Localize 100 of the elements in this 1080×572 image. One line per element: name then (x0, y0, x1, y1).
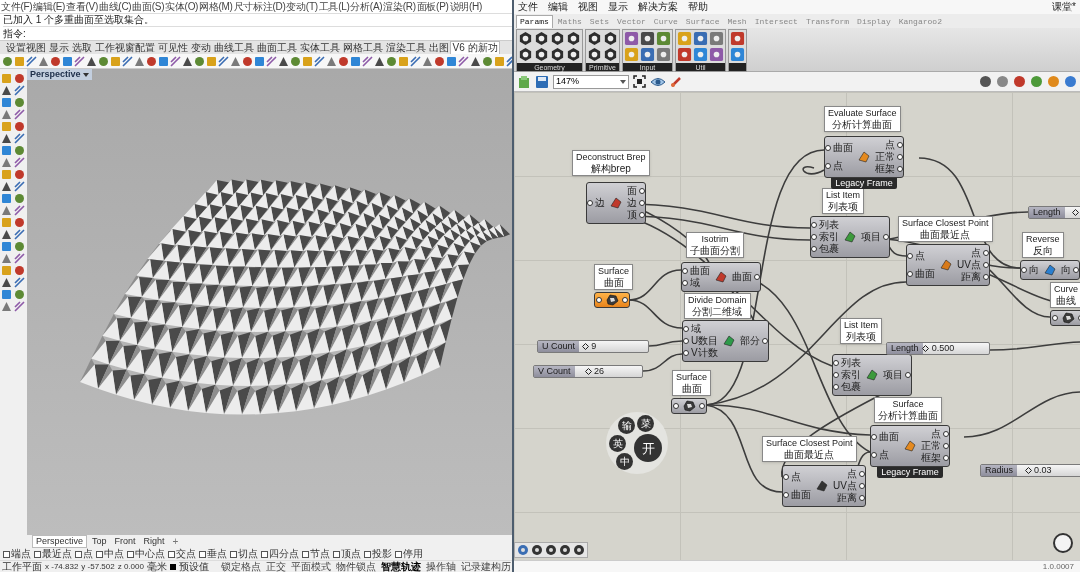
component-icon[interactable] (518, 47, 533, 62)
tool-icon[interactable] (182, 55, 193, 67)
status-toggle[interactable]: 操作轴 (425, 561, 457, 572)
ime-key[interactable]: 输 (618, 417, 635, 434)
port-icon[interactable] (1052, 315, 1058, 321)
tool-icon[interactable] (14, 265, 25, 276)
ime-key[interactable]: 开 (634, 434, 662, 462)
tool-icon[interactable] (422, 55, 433, 67)
port-icon[interactable] (883, 234, 889, 240)
component-icon[interactable] (587, 31, 602, 46)
viewport-tab[interactable]: Front (111, 536, 139, 547)
tool-icon[interactable] (350, 55, 361, 67)
tool-icon[interactable] (14, 85, 25, 96)
component-node[interactable]: 点 曲面 点 UV点 距离 (906, 244, 990, 286)
tool-icon[interactable] (2, 55, 13, 67)
tool-icon[interactable] (314, 55, 325, 67)
tool-icon[interactable] (14, 157, 25, 168)
tool-icon[interactable] (98, 55, 109, 67)
ribbon-tab[interactable]: 网格工具 (341, 42, 384, 54)
component-icon[interactable] (603, 31, 618, 46)
tool-icon[interactable] (170, 55, 181, 67)
brush-icon[interactable] (670, 75, 683, 88)
ime-key[interactable]: 中 (616, 453, 633, 470)
tool-icon[interactable] (374, 55, 385, 67)
tool-icon[interactable] (1, 133, 12, 144)
tool-icon[interactable] (14, 73, 25, 84)
add-tab-button[interactable]: + (169, 536, 182, 547)
menu-item[interactable]: 视图 (578, 2, 598, 12)
tool-icon[interactable] (242, 55, 253, 67)
component-node[interactable]: 列表 索引 包裹 项目 (832, 354, 912, 396)
menu-item[interactable]: 帮助 (688, 2, 708, 12)
tool-icon[interactable] (254, 55, 265, 67)
parameter-node[interactable] (671, 398, 707, 414)
ribbon-tab[interactable]: 变动 (189, 42, 212, 54)
component-node[interactable]: 曲面 点 点 正常 框架 (824, 136, 904, 178)
menu-item[interactable]: 变动(T) (286, 1, 318, 12)
tool-icon[interactable] (410, 55, 421, 67)
tool-icon[interactable] (1, 229, 12, 240)
tool-icon[interactable] (1, 85, 12, 96)
tool-icon[interactable] (482, 55, 493, 67)
osnap-checkbox[interactable] (127, 550, 134, 558)
tool-icon[interactable] (1, 181, 12, 192)
tool-icon[interactable] (1, 277, 12, 288)
tool-icon[interactable] (1, 109, 12, 120)
menu-item[interactable]: 网格(M) (199, 1, 233, 12)
canvas-tool-icon[interactable] (545, 544, 557, 556)
component-icon[interactable] (603, 47, 618, 62)
tool-icon[interactable] (14, 217, 25, 228)
parameter-node[interactable] (1050, 310, 1080, 326)
tool-icon[interactable] (14, 133, 25, 144)
port-icon[interactable] (1073, 267, 1079, 273)
port-icon[interactable] (905, 372, 911, 378)
preview-icon[interactable] (1064, 75, 1077, 88)
port-icon[interactable] (907, 271, 913, 277)
menu-item[interactable]: 显示 (608, 2, 628, 12)
tool-icon[interactable] (14, 97, 25, 108)
number-slider[interactable]: U Count 9 (537, 340, 649, 353)
menu-item[interactable]: 面板(P) (416, 1, 449, 12)
slider-grip-icon[interactable] (1024, 467, 1032, 474)
ribbon-tab[interactable]: 选取 (70, 42, 93, 54)
component-icon[interactable] (534, 31, 549, 46)
port-icon[interactable] (825, 145, 831, 151)
ribbon-tab[interactable]: 渲染工具 (384, 42, 427, 54)
viewport-tab[interactable]: Right (140, 536, 168, 547)
component-node[interactable]: 边 面 边 顶 (586, 182, 646, 224)
ribbon-tab[interactable]: 设置视图 (4, 42, 47, 54)
tool-icon[interactable] (434, 55, 445, 67)
tool-icon[interactable] (134, 55, 145, 67)
tool-icon[interactable] (230, 55, 241, 67)
tool-icon[interactable] (1, 301, 12, 312)
tool-icon[interactable] (14, 289, 25, 300)
tool-icon[interactable] (446, 55, 457, 67)
preview-icon[interactable] (1030, 75, 1043, 88)
menu-item[interactable]: 工具(L) (318, 1, 350, 12)
port-icon[interactable] (699, 403, 705, 409)
slider-grip-icon[interactable] (1072, 209, 1080, 216)
tool-icon[interactable] (14, 193, 25, 204)
component-node[interactable]: 曲面 域 曲面 (681, 262, 761, 292)
tool-icon[interactable] (14, 205, 25, 216)
component-icon[interactable] (550, 31, 565, 46)
tool-icon[interactable] (158, 55, 169, 67)
parameter-node[interactable] (594, 292, 630, 308)
menu-item[interactable]: 文件(F) (1, 1, 33, 12)
port-icon[interactable] (762, 338, 769, 344)
open-file-icon[interactable] (517, 74, 531, 89)
tool-icon[interactable] (266, 55, 277, 67)
tool-icon[interactable] (62, 55, 73, 67)
tool-icon[interactable] (458, 55, 469, 67)
tool-icon[interactable] (1, 157, 12, 168)
canvas-tool-icon[interactable] (559, 544, 571, 556)
component-node[interactable]: 列表 索引 包裹 项目 (810, 216, 890, 258)
port-icon[interactable] (907, 253, 913, 259)
canvas-tool-icon[interactable] (531, 544, 543, 556)
tool-icon[interactable] (50, 55, 61, 67)
tool-icon[interactable] (14, 121, 25, 132)
osnap-checkbox[interactable] (333, 550, 340, 558)
port-icon[interactable] (587, 200, 593, 206)
ribbon-tab[interactable]: 曲线工具 (212, 42, 255, 54)
tool-icon[interactable] (218, 55, 229, 67)
tool-icon[interactable] (74, 55, 85, 67)
